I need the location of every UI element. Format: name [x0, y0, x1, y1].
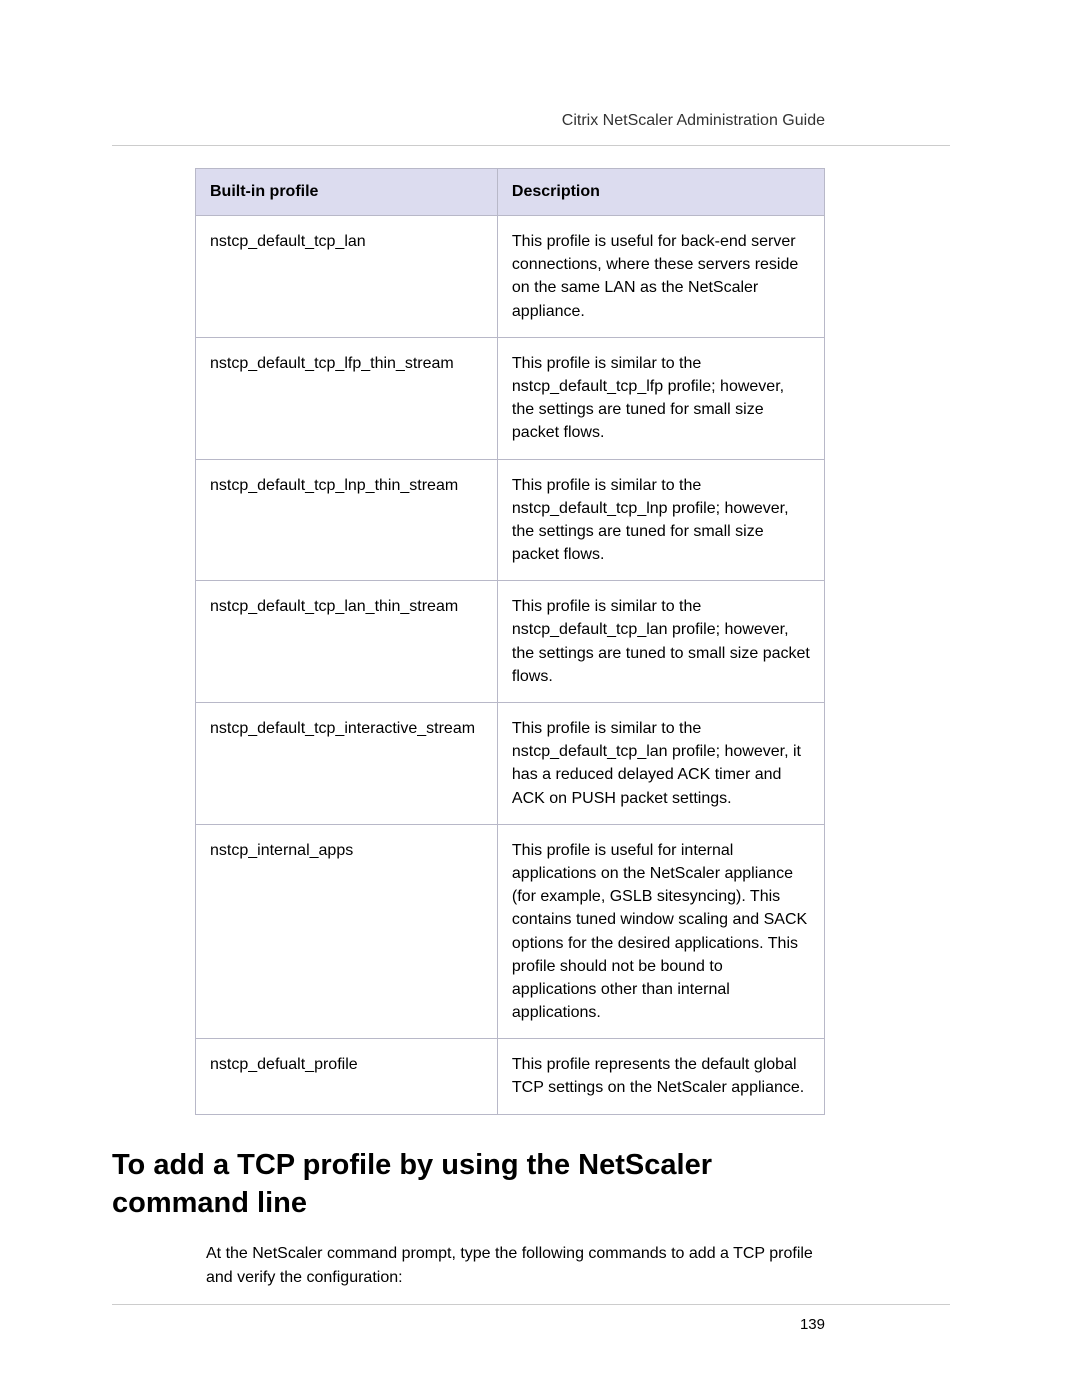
column-header-profile: Built-in profile — [196, 169, 498, 216]
document-page: Citrix NetScaler Administration Guide Bu… — [0, 0, 1080, 1397]
cell-description: This profile is useful for back-end serv… — [497, 216, 824, 338]
document-running-header: Citrix NetScaler Administration Guide — [562, 112, 825, 130]
cell-profile-name: nstcp_default_tcp_interactive_stream — [196, 703, 498, 825]
body-paragraph: At the NetScaler command prompt, type th… — [206, 1242, 825, 1288]
cell-profile-name: nstcp_default_tcp_lan_thin_stream — [196, 581, 498, 703]
cell-description: This profile is similar to the nstcp_def… — [497, 581, 824, 703]
cell-profile-name: nstcp_internal_apps — [196, 824, 498, 1039]
cell-description: This profile is similar to the nstcp_def… — [497, 459, 824, 581]
table-header-row: Built-in profile Description — [196, 169, 825, 216]
cell-profile-name: nstcp_defualt_profile — [196, 1039, 498, 1114]
table-row: nstcp_default_tcp_lfp_thin_stream This p… — [196, 337, 825, 459]
table-row: nstcp_internal_apps This profile is usef… — [196, 824, 825, 1039]
cell-description: This profile represents the default glob… — [497, 1039, 824, 1114]
section-wrap: To add a TCP profile by using the NetSca… — [112, 1105, 825, 1289]
table-row: nstcp_default_tcp_interactive_stream Thi… — [196, 703, 825, 825]
cell-profile-name: nstcp_default_tcp_lfp_thin_stream — [196, 337, 498, 459]
cell-description: This profile is similar to the nstcp_def… — [497, 703, 824, 825]
section-heading: To add a TCP profile by using the NetSca… — [112, 1147, 825, 1222]
built-in-profiles-table: Built-in profile Description nstcp_defau… — [195, 168, 825, 1115]
table-row: nstcp_defualt_profile This profile repre… — [196, 1039, 825, 1114]
table-row: nstcp_default_tcp_lan This profile is us… — [196, 216, 825, 338]
table-row: nstcp_default_tcp_lnp_thin_stream This p… — [196, 459, 825, 581]
cell-profile-name: nstcp_default_tcp_lnp_thin_stream — [196, 459, 498, 581]
header-divider — [112, 145, 950, 146]
column-header-description: Description — [497, 169, 824, 216]
cell-description: This profile is similar to the nstcp_def… — [497, 337, 824, 459]
main-content: Built-in profile Description nstcp_defau… — [195, 168, 825, 1115]
cell-profile-name: nstcp_default_tcp_lan — [196, 216, 498, 338]
page-number: 139 — [800, 1316, 825, 1333]
footer-divider — [112, 1304, 950, 1305]
table-row: nstcp_default_tcp_lan_thin_stream This p… — [196, 581, 825, 703]
cell-description: This profile is useful for internal appl… — [497, 824, 824, 1039]
